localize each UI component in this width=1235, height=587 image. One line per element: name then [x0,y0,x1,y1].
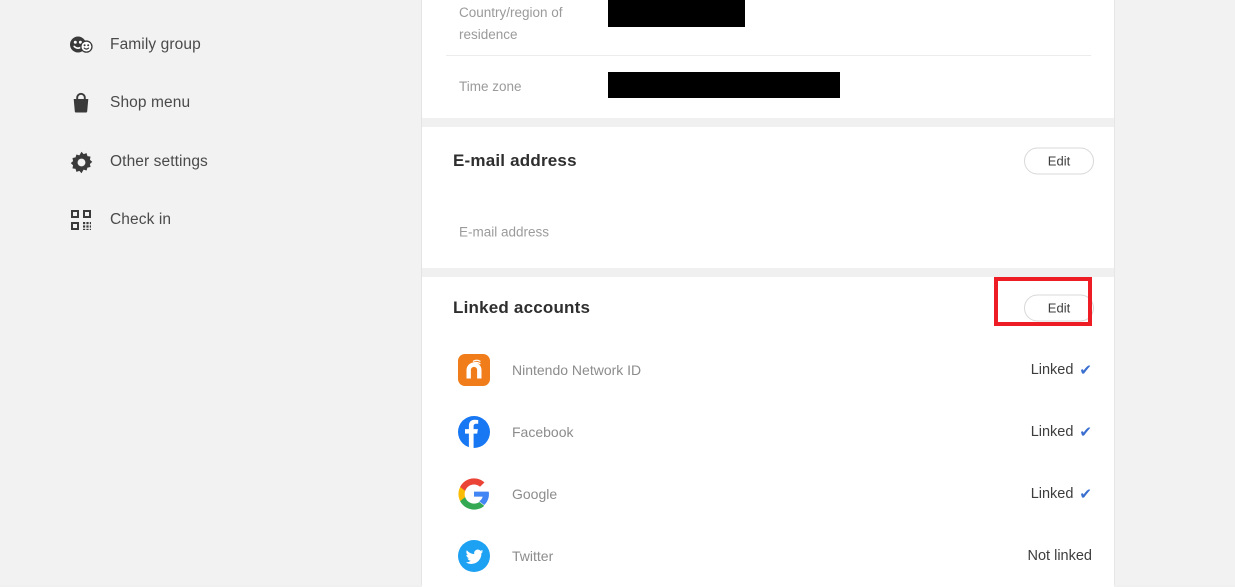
sidebar-item-label: Family group [110,36,201,54]
account-status: Linked ✔ [1031,424,1092,440]
check-icon: ✔ [1079,363,1092,378]
account-status-label: Not linked [1028,548,1092,564]
section-gap [422,268,1114,277]
list-item[interactable]: Google Linked ✔ [422,463,1114,525]
account-name: Nintendo Network ID [512,362,641,378]
sidebar-item-other-settings[interactable]: Other settings [68,145,208,179]
sidebar-item-label: Check in [110,211,171,229]
list-item[interactable]: Facebook Linked ✔ [422,401,1114,463]
profile-row-country: Country/region of residence [422,0,1114,58]
account-name: Google [512,486,557,502]
check-icon: ✔ [1079,425,1092,440]
email-section-title: E-mail address [453,151,577,171]
list-item[interactable]: Twitter Not linked [422,525,1114,587]
page-right-margin [1114,0,1235,585]
family-group-icon [68,32,94,58]
redacted-value [608,72,840,98]
email-section-header: E-mail address Edit [422,127,1114,195]
sidebar-item-shop-menu[interactable]: Shop menu [68,86,190,120]
twitter-icon [457,539,491,573]
list-item[interactable]: Nintendo Network ID Linked ✔ [422,339,1114,401]
account-name: Facebook [512,424,573,440]
account-status: Not linked [1028,548,1092,564]
section-gap [422,118,1114,127]
email-edit-button[interactable]: Edit [1024,148,1094,175]
linked-accounts-edit-button[interactable]: Edit [1024,295,1094,322]
account-status-label: Linked [1031,424,1074,440]
profile-row-timezone: Time zone [422,58,1114,122]
gear-icon [68,149,94,175]
sidebar-item-check-in[interactable]: Check in [68,203,171,237]
nintendo-network-id-icon [457,353,491,387]
sidebar-item-label: Other settings [110,153,208,171]
email-field-row: E-mail address [422,195,1114,268]
redacted-value [608,0,745,27]
profile-row-label: Time zone [459,76,599,98]
check-icon: ✔ [1079,487,1092,502]
facebook-icon [457,415,491,449]
account-status: Linked ✔ [1031,486,1092,502]
account-name: Twitter [512,548,553,564]
account-status-label: Linked [1031,486,1074,502]
linked-section-header: Linked accounts Edit [422,277,1114,339]
google-icon [457,477,491,511]
left-sidebar: Family group Shop menu Other settings [0,0,422,585]
shopping-bag-icon [68,90,94,116]
row-divider [446,55,1091,56]
profile-row-label: Country/region of residence [459,2,599,46]
account-status: Linked ✔ [1031,362,1092,378]
qr-code-icon [68,207,94,233]
sidebar-item-family-group[interactable]: Family group [68,28,201,62]
account-status-label: Linked [1031,362,1074,378]
linked-section-title: Linked accounts [453,298,590,318]
email-field-label: E-mail address [459,224,549,239]
sidebar-item-label: Shop menu [110,94,190,112]
settings-panel: Country/region of residence Time zone E-… [422,0,1114,585]
